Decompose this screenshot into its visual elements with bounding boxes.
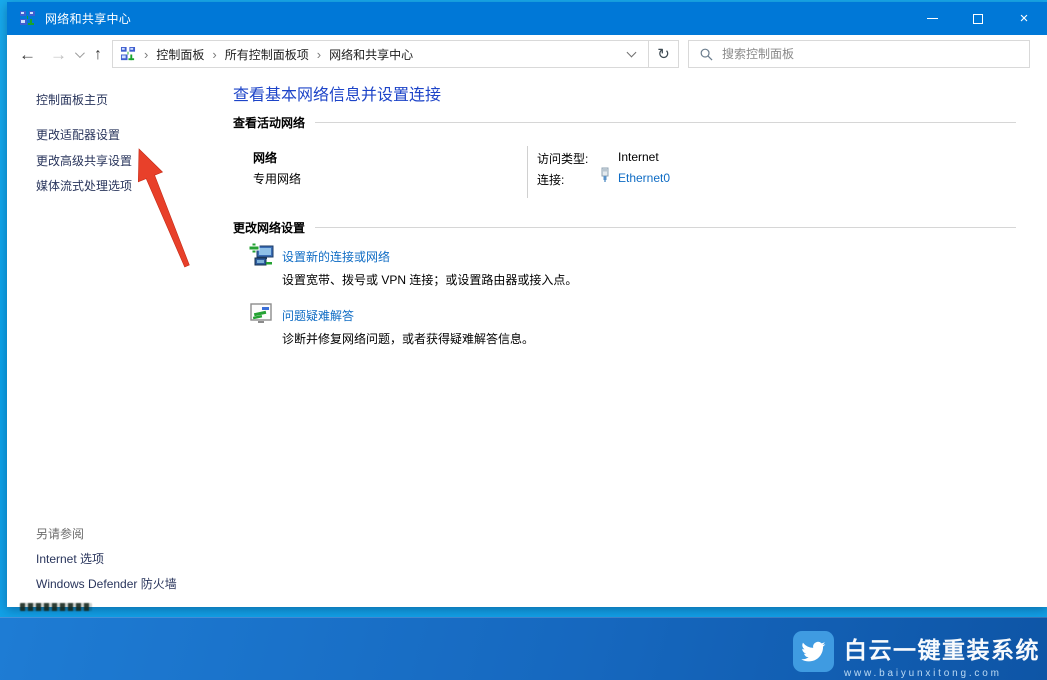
maximize-button[interactable] [955, 2, 1001, 35]
connection-label: 连接: [537, 171, 564, 188]
close-icon: × [1020, 11, 1029, 26]
search-icon [700, 48, 713, 61]
sidebar-item-change-advanced-sharing[interactable]: 更改高级共享设置 [36, 152, 132, 169]
active-networks-label: 查看活动网络 [233, 114, 315, 131]
address-bar[interactable]: › 控制面板 › 所有控制面板项 › 网络和共享中心 [112, 40, 649, 68]
address-dropdown-chevron-icon[interactable] [627, 48, 637, 58]
recent-pages-chevron-icon[interactable] [75, 48, 85, 58]
watermark: 白云一键重装系统 www.baiyunxitong.com [793, 631, 1040, 679]
sidebar-item-media-streaming-options[interactable]: 媒体流式处理选项 [36, 177, 132, 194]
breadcrumb-separator-icon: › [317, 47, 321, 62]
refresh-icon: ↻ [657, 45, 670, 63]
access-type-value: Internet [618, 150, 659, 164]
search-input[interactable] [722, 41, 1029, 67]
ethernet-icon [599, 167, 611, 183]
breadcrumb-separator-icon: › [144, 47, 148, 62]
forward-button[interactable]: → [50, 46, 67, 63]
up-button[interactable]: ↑ [94, 46, 102, 63]
navigation-bar: ← → ↑ › 控制面板 › 所有控制面板项 › 网络和共享中心 ↻ [7, 35, 1047, 73]
back-button[interactable]: ← [19, 46, 36, 63]
change-network-settings-label: 更改网络设置 [233, 219, 315, 236]
network-profile: 专用网络 [253, 170, 301, 187]
change-network-settings-section-header: 更改网络设置 [233, 219, 1016, 236]
breadcrumb-separator-icon: › [212, 47, 216, 62]
new-connection-icon[interactable] [249, 242, 275, 268]
close-button[interactable]: × [1001, 2, 1047, 35]
background-window-artifact [20, 603, 92, 611]
sidebar-item-control-panel-home[interactable]: 控制面板主页 [36, 91, 108, 108]
troubleshoot-icon[interactable] [250, 303, 274, 325]
refresh-button[interactable]: ↻ [649, 40, 679, 68]
network-sharing-center-window: 网络和共享中心 × ← → ↑ › 控制面板 › 所有控制面板项 › 网络和共享… [7, 2, 1047, 607]
watermark-title: 白云一键重装系统 [844, 631, 1040, 665]
window-content: 控制面板主页 更改适配器设置 更改高级共享设置 媒体流式处理选项 另请参阅 In… [7, 73, 1047, 607]
sidebar-item-internet-options[interactable]: Internet 选项 [36, 550, 104, 567]
address-network-icon[interactable] [120, 47, 136, 62]
window-controls: × [909, 2, 1047, 35]
see-also-heading: 另请参阅 [36, 525, 84, 542]
active-networks-section-header: 查看活动网络 [233, 114, 1016, 131]
search-box[interactable] [688, 40, 1030, 68]
breadcrumb-control-panel[interactable]: 控制面板 [156, 46, 204, 63]
minimize-icon [927, 18, 938, 19]
network-name: 网络 [253, 149, 277, 166]
sidebar-item-windows-defender-firewall[interactable]: Windows Defender 防火墙 [36, 575, 177, 592]
troubleshoot-problems-link[interactable]: 问题疑难解答 [282, 307, 354, 324]
watermark-url: www.baiyunxitong.com [844, 668, 1040, 679]
bird-icon [801, 641, 826, 663]
setup-new-connection-description: 设置宽带、拨号或 VPN 连接；或设置路由器或接入点。 [282, 271, 577, 288]
desktop-footer-band: 白云一键重装系统 www.baiyunxitong.com [0, 617, 1047, 680]
main-pane: 查看基本网络信息并设置连接 查看活动网络 网络 专用网络 访问类型: Inter… [233, 73, 1016, 607]
active-network-divider [527, 146, 528, 198]
maximize-icon [973, 14, 983, 24]
titlebar: 网络和共享中心 × [7, 2, 1047, 35]
watermark-text: 白云一键重装系统 www.baiyunxitong.com [844, 631, 1040, 679]
minimize-button[interactable] [909, 2, 955, 35]
connection-link-ethernet0[interactable]: Ethernet0 [618, 171, 670, 185]
troubleshoot-problems-description: 诊断并修复网络问题，或者获得疑难解答信息。 [282, 330, 534, 347]
page-title: 查看基本网络信息并设置连接 [233, 81, 441, 105]
sidebar-item-change-adapter-settings[interactable]: 更改适配器设置 [36, 126, 120, 143]
breadcrumb-network-sharing-center[interactable]: 网络和共享中心 [329, 46, 413, 63]
network-share-icon [19, 11, 36, 27]
section-divider [315, 227, 1016, 228]
access-type-label: 访问类型: [537, 150, 588, 167]
watermark-bird-logo [793, 631, 834, 672]
section-divider [315, 122, 1016, 123]
setup-new-connection-link[interactable]: 设置新的连接或网络 [282, 248, 390, 265]
breadcrumb-all-items[interactable]: 所有控制面板项 [225, 46, 309, 63]
window-title: 网络和共享中心 [45, 10, 131, 27]
